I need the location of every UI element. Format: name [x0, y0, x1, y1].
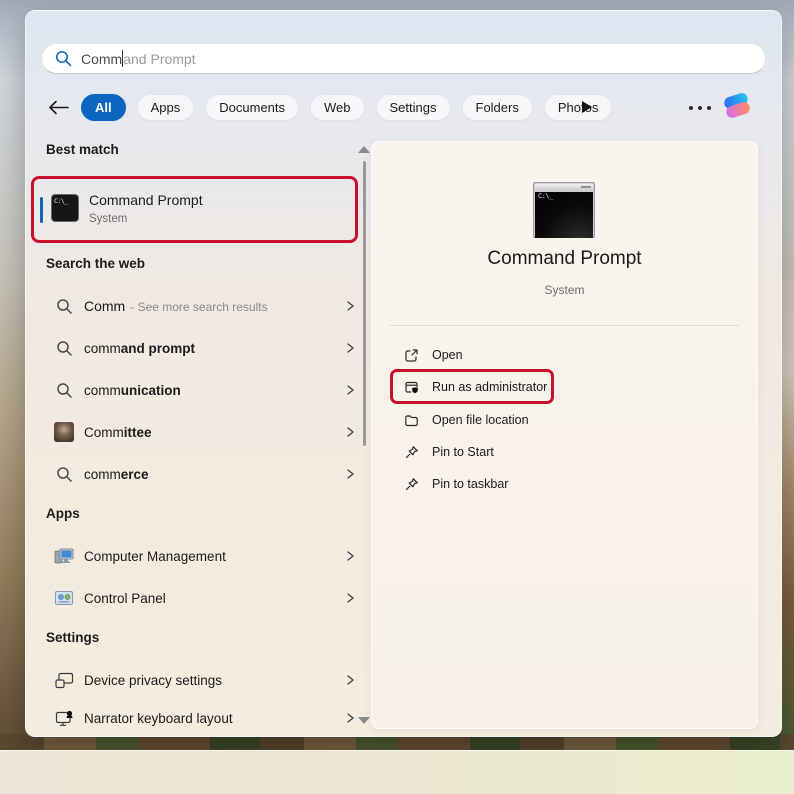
chevron-right-icon — [344, 674, 356, 686]
web-suggestion-commerce[interactable]: commerce — [46, 453, 364, 495]
computer-management-icon — [52, 546, 76, 566]
search-icon — [52, 382, 76, 399]
app-result-control-panel[interactable]: Control Panel — [46, 577, 364, 619]
apps-header: Apps — [46, 506, 80, 521]
action-open[interactable]: Open — [390, 340, 690, 370]
filter-tab-folders[interactable]: Folders — [461, 93, 533, 121]
command-prompt-icon-large: C:\_ — [533, 182, 595, 238]
action-pin-to-start[interactable]: Pin to Start — [390, 437, 690, 467]
chevron-right-icon — [344, 592, 356, 604]
best-match-result-command-prompt[interactable]: C:\_ Command Prompt System — [34, 179, 355, 240]
annotation-highlight-best-match: C:\_ Command Prompt System — [31, 176, 358, 243]
search-autocomplete-text: and Prompt — [123, 50, 196, 67]
search-icon — [55, 50, 72, 67]
pin-icon — [404, 477, 419, 492]
action-pin-to-taskbar[interactable]: Pin to taskbar — [390, 469, 690, 499]
web-suggestion-comm[interactable]: Comm - See more search results — [46, 285, 364, 327]
search-typed-text: Comm — [81, 50, 123, 67]
best-match-subtitle: System — [89, 213, 128, 225]
search-icon — [52, 466, 76, 483]
filter-tab-all[interactable]: All — [81, 93, 126, 121]
admin-shield-icon — [404, 380, 419, 395]
back-button[interactable] — [46, 95, 70, 119]
chevron-right-icon — [344, 550, 356, 562]
scrollbar-down-arrow[interactable] — [358, 717, 370, 724]
action-open-file-location[interactable]: Open file location — [390, 405, 690, 435]
search-icon — [52, 298, 76, 315]
best-match-header: Best match — [46, 142, 119, 157]
divider — [390, 325, 739, 326]
desktop: { "window": { "search": { "typed": "Comm… — [0, 0, 794, 794]
open-external-icon — [404, 348, 419, 363]
search-the-web-header: Search the web — [46, 256, 146, 271]
folder-icon — [404, 413, 419, 428]
chevron-right-icon — [344, 342, 356, 354]
filter-tab-web[interactable]: Web — [310, 93, 365, 121]
filter-bar: All Apps Documents Web Settings Folders … — [46, 93, 613, 121]
web-suggestion-communication[interactable]: communication — [46, 369, 364, 411]
search-icon — [52, 340, 76, 357]
action-run-as-administrator[interactable]: Run as administrator — [390, 372, 690, 402]
chevron-right-icon — [344, 712, 356, 724]
more-filters-arrow-icon[interactable] — [582, 101, 592, 113]
chevron-right-icon — [344, 426, 356, 438]
setting-result-device-privacy[interactable]: Device privacy settings — [46, 659, 364, 701]
search-flyout-window: Comm and Prompt All Apps Documents Web S… — [25, 10, 782, 737]
filter-tab-photos[interactable]: Photos — [543, 93, 613, 121]
taskbar: Search M365 O — [0, 750, 794, 794]
control-panel-icon — [52, 588, 76, 608]
web-suggestion-committee[interactable]: Committee — [46, 411, 364, 453]
filter-tab-documents[interactable]: Documents — [205, 93, 300, 121]
copilot-icon[interactable] — [722, 91, 752, 120]
settings-header: Settings — [46, 630, 100, 645]
scrollbar-thumb[interactable] — [363, 161, 366, 446]
pin-icon — [404, 445, 419, 460]
devices-icon — [52, 672, 76, 689]
scrollbar-up-arrow[interactable] — [358, 146, 370, 153]
image-thumbnail-icon — [52, 422, 76, 442]
best-match-title: Command Prompt — [89, 192, 203, 208]
filter-tab-settings[interactable]: Settings — [375, 93, 451, 121]
command-prompt-icon: C:\_ — [51, 194, 79, 222]
web-suggestion-command-prompt[interactable]: command prompt — [46, 327, 364, 369]
result-detail-panel: C:\_ Command Prompt System Open Run as a… — [371, 141, 758, 729]
chevron-right-icon — [344, 300, 356, 312]
detail-subtitle: System — [544, 283, 585, 297]
more-options-button[interactable] — [689, 106, 711, 110]
setting-result-narrator-keyboard[interactable]: Narrator keyboard layout — [46, 699, 364, 737]
selection-accent-bar — [40, 197, 43, 223]
chevron-right-icon — [344, 384, 356, 396]
app-result-computer-management[interactable]: Computer Management — [46, 535, 364, 577]
filter-tab-apps[interactable]: Apps — [136, 93, 195, 121]
search-input[interactable]: Comm and Prompt — [41, 43, 766, 74]
detail-title: Command Prompt — [487, 248, 642, 269]
narrator-icon — [52, 710, 76, 727]
chevron-right-icon — [344, 468, 356, 480]
